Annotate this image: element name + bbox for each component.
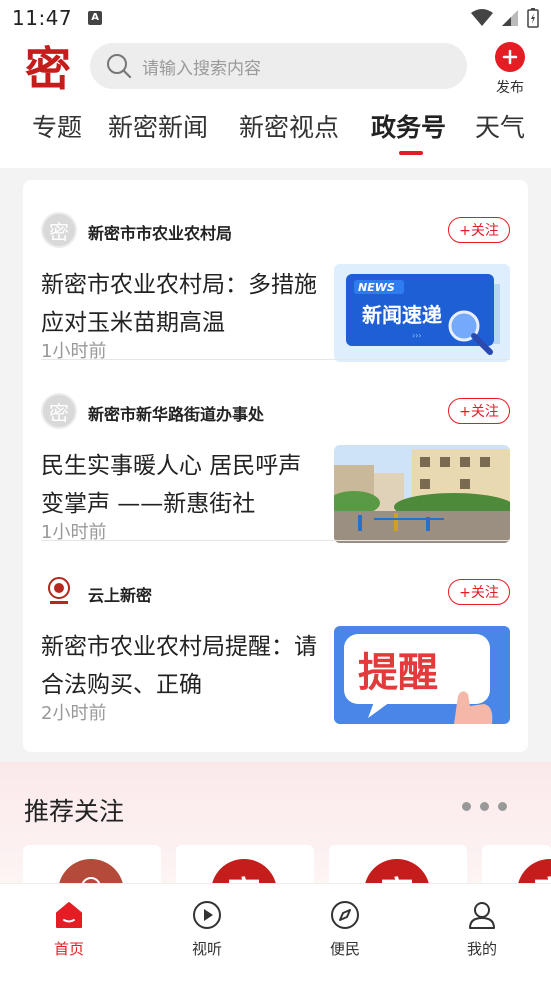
follow-button[interactable]: +关注 [448, 398, 510, 424]
signal-icon [502, 10, 518, 26]
nav-label: 首页 [53, 940, 84, 958]
nav-label: 视听 [191, 940, 222, 958]
article-title[interactable]: 新密市农业农村局：多措施应对玉米苗期高温 [41, 266, 323, 342]
nav-home[interactable]: 首页 [29, 900, 109, 959]
status-time: 11:47 [12, 6, 73, 30]
active-tab-indicator [399, 151, 423, 155]
battery-icon [527, 8, 539, 28]
wifi-icon [471, 9, 493, 26]
nav-label: 我的 [466, 940, 497, 958]
article-thumbnail[interactable] [334, 445, 510, 543]
follow-button[interactable]: +关注 [448, 579, 510, 605]
tab-weather[interactable]: 天气 [475, 108, 525, 144]
nav-media[interactable]: 视听 [167, 900, 247, 959]
thumb-headline: 新闻速递 [362, 303, 442, 327]
tab-government[interactable]: 政务号 [371, 108, 446, 144]
source-name[interactable]: 新密市市农业农村局 [88, 220, 232, 244]
search-input[interactable]: 请输入搜索内容 [90, 43, 467, 89]
article-thumbnail[interactable]: NEWS 新闻速递 ››› [334, 264, 510, 362]
divider [41, 359, 510, 360]
more-icon[interactable] [462, 802, 507, 811]
tab-xinmi-viewpoint[interactable]: 新密视点 [239, 108, 339, 144]
tab-topics[interactable]: 专题 [32, 108, 82, 144]
thumb-news-badge: NEWS [358, 281, 395, 294]
svg-text:›››: ››› [412, 331, 422, 340]
article-time: 2小时前 [41, 703, 107, 724]
publish-button[interactable]: 发布 [487, 42, 533, 97]
bottom-nav: 首页 视听 便民 我的 [0, 883, 551, 981]
notification-icon: A [88, 11, 103, 25]
recommend-title: 推荐关注 [24, 797, 125, 826]
source-name[interactable]: 云上新密 [88, 582, 152, 606]
nav-services[interactable]: 便民 [305, 900, 385, 959]
source-avatar[interactable]: 密 [41, 393, 77, 429]
divider [41, 540, 510, 541]
feed-item[interactable]: 密 新密市市农业农村局 +关注 新密市农业农村局：多措施应对玉米苗期高温 1小时… [41, 180, 510, 362]
category-tabs: 专题 新密新闻 新密视点 政务号 天气 [0, 96, 551, 168]
app-header: 密 请输入搜索内容 发布 [0, 36, 551, 96]
source-avatar[interactable] [41, 574, 77, 610]
recommend-section: 推荐关注 密 密 密 [0, 762, 551, 905]
thumb-headline: 提醒 [358, 650, 438, 696]
article-title[interactable]: 民生实事暖人心 居民呼声变掌声 ——新惠街社 [41, 447, 323, 523]
feed-card: 密 新密市市农业农村局 +关注 新密市农业农村局：多措施应对玉米苗期高温 1小时… [23, 180, 528, 752]
user-icon [469, 902, 495, 929]
source-name[interactable]: 新密市新华路街道办事处 [88, 401, 264, 425]
nav-profile[interactable]: 我的 [442, 900, 522, 959]
publish-label: 发布 [496, 80, 524, 96]
source-avatar[interactable]: 密 [41, 212, 77, 248]
article-title[interactable]: 新密市农业农村局提醒：请合法购买、正确 [41, 628, 323, 704]
search-placeholder: 请输入搜索内容 [142, 58, 261, 79]
feed-item[interactable]: 密 新密市新华路街道办事处 +关注 民生实事暖人心 居民呼声变掌声 ——新惠街社… [41, 361, 510, 543]
nav-label: 便民 [329, 940, 360, 958]
status-bar: 11:47 A [0, 0, 551, 36]
play-icon [193, 901, 221, 929]
plus-icon [495, 42, 525, 72]
home-icon [56, 902, 82, 928]
follow-button[interactable]: +关注 [448, 217, 510, 243]
article-thumbnail[interactable]: 提醒 [334, 626, 510, 724]
app-logo[interactable]: 密 [20, 38, 76, 96]
tab-xinmi-news[interactable]: 新密新闻 [108, 108, 208, 144]
search-icon [107, 54, 132, 79]
compass-icon [331, 901, 359, 929]
feed-item[interactable]: 云上新密 +关注 新密市农业农村局提醒：请合法购买、正确 2小时前 提醒 [41, 542, 510, 724]
